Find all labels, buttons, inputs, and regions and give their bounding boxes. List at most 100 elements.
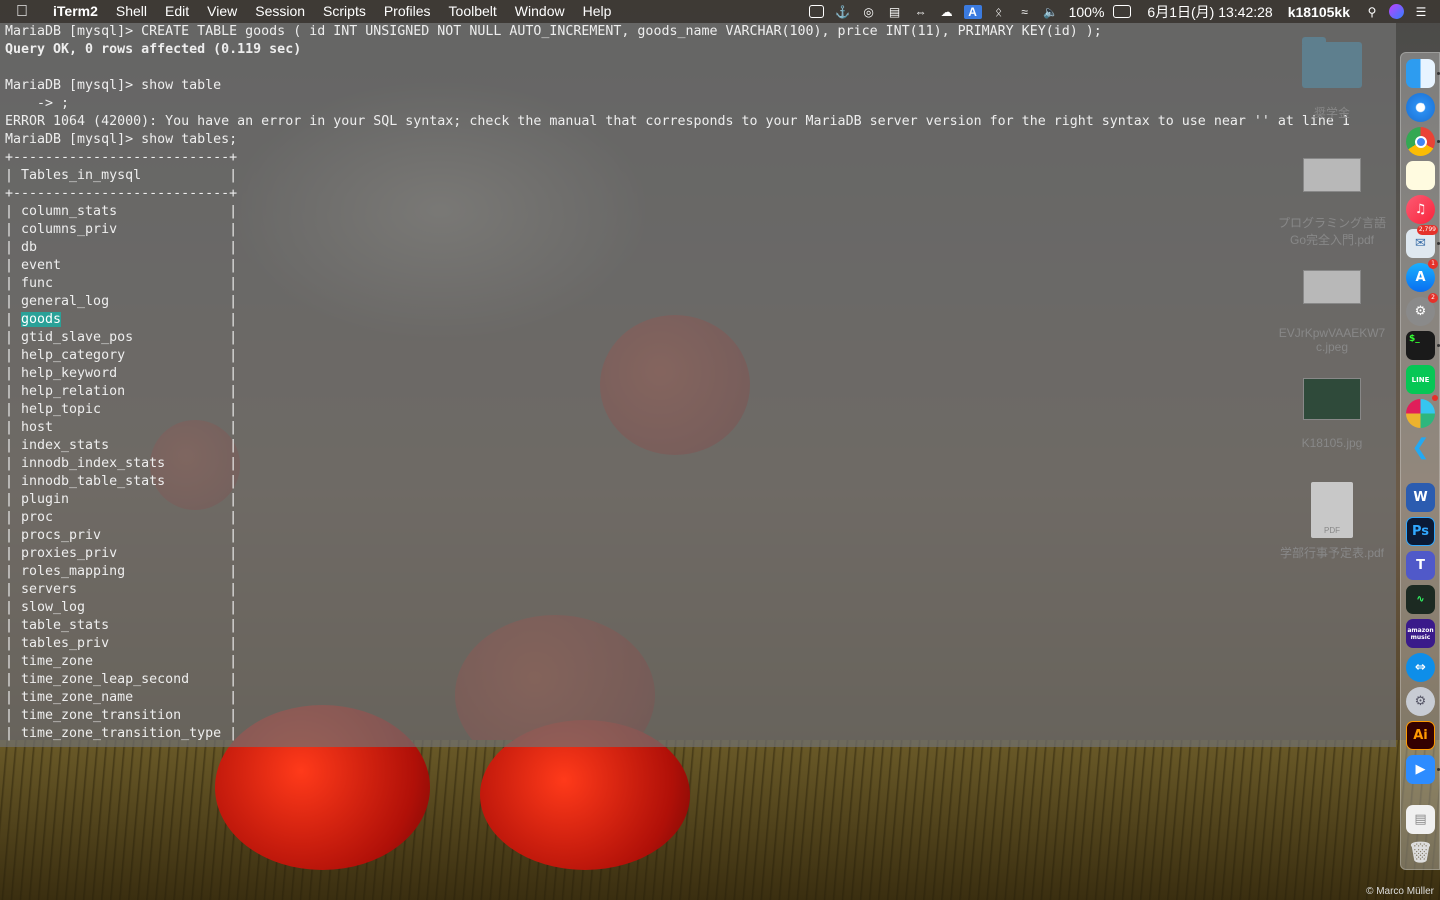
terminal-line: | column_stats | [5,204,238,219]
terminal-line: | plugin | [5,492,238,507]
menu-app-name[interactable]: iTerm2 [44,0,107,23]
wifi-icon[interactable]: ≈ [1016,5,1034,19]
terminal-line: | procs_priv | [5,528,238,543]
input-method-icon[interactable]: A [963,4,982,19]
teams-icon[interactable]: T [1406,551,1435,580]
image-thumbnail [1303,270,1361,304]
terminal-line: | roles_mapping | [5,564,238,579]
zoom-status-icon[interactable] [808,5,826,19]
terminal-line: | general_log | [5,294,238,309]
desktop-file[interactable]: PDF 学部行事予定表.pdf [1267,482,1397,561]
terminal-line: ERROR 1064 (42000): You have an error in… [5,114,1350,129]
spotlight-search-icon[interactable]: ⚲ [1363,5,1381,19]
terminal-line: MariaDB [mysql]> CREATE TABLE goods ( id… [5,24,1102,39]
terminal-line: | help_keyword | [5,366,238,381]
image-thumbnail [1303,158,1361,192]
downloads-stack-icon[interactable]: ▤ [1406,805,1435,834]
notification-center-icon[interactable]: ☰ [1412,5,1430,19]
terminal-line: | event | [5,258,238,273]
battery-icon[interactable] [1113,5,1132,19]
terminal-line: -> ; [5,96,70,111]
desktop-file[interactable]: K18105.jpg [1267,378,1397,450]
slack-icon[interactable] [1406,395,1438,428]
terminal-line: | columns_priv | [5,222,238,237]
docker-icon[interactable]: ⚓ [834,5,852,19]
terminal-line: MariaDB [mysql]> show tables; [5,132,238,147]
desktop-file-label: 奨学金 [1313,106,1350,120]
terminal-line: | time_zone | [5,654,238,669]
notes-icon[interactable] [1406,161,1435,190]
circle-status-icon[interactable]: ◎ [860,5,878,19]
teamviewer-status-icon[interactable]: ⇔ [912,5,930,19]
bluetooth-icon[interactable]: ᛟ [990,5,1008,19]
activity-monitor-icon[interactable]: ∿ [1406,585,1435,614]
mail-icon[interactable]: ✉ 2,799 [1406,225,1440,258]
menu-window[interactable]: Window [506,0,574,23]
vscode-icon[interactable]: ❮ [1406,433,1435,462]
terminal-line: | host | [5,420,238,435]
music-icon[interactable]: ♫ [1406,195,1435,224]
terminal-line: | innodb_table_stats | [5,474,238,489]
menubar-user[interactable]: k18105kk [1288,4,1350,20]
terminal-window[interactable]: MariaDB [mysql]> CREATE TABLE goods ( id… [0,23,1396,747]
terminal-line: | time_zone_transition | [5,708,238,723]
apple-menu-icon[interactable]:  [0,3,44,21]
line-icon[interactable]: LINE [1406,365,1435,394]
terminal-line: | gtid_slave_pos | [5,330,238,345]
terminal-line: | help_relation | [5,384,238,399]
disk-utility-icon[interactable]: ⚙ [1406,687,1435,716]
safari-icon[interactable]: ➚ [1406,93,1435,122]
menubar-clock[interactable]: 6月1日(月) 13:42:28 [1147,2,1272,22]
desktop-file[interactable]: EVJrKpwVAAEKW7 c.jpeg [1267,270,1397,354]
volume-icon[interactable]: 🔈 [1042,5,1060,19]
teamviewer-icon[interactable]: ⇔ [1406,653,1435,682]
trash-icon[interactable]: 🗑 [1406,837,1435,866]
terminal-line: | proxies_priv | [5,546,238,561]
menu-scripts[interactable]: Scripts [314,0,375,23]
wallpaper-credit: © Marco Müller [1366,886,1434,897]
desktop-folder[interactable]: 奨学金 [1267,37,1397,121]
desktop-file-label: 学部行事予定表.pdf [1279,546,1385,560]
menu-edit[interactable]: Edit [156,0,198,23]
app-store-icon[interactable]: A1 [1406,259,1438,292]
menu-view[interactable]: View [198,0,246,23]
terminal-line: | time_zone_transition_type | [5,726,238,741]
highlighted-selection: goods [21,312,62,327]
terminal-line: | help_topic | [5,402,238,417]
terminal-line: | Tables_in_mysql | [5,168,238,183]
photoshop-icon[interactable]: Ps [1406,517,1435,546]
menu-profiles[interactable]: Profiles [375,0,440,23]
menu-shell[interactable]: Shell [107,0,156,23]
chrome-icon[interactable] [1406,127,1440,156]
terminal-line: | func | [5,276,238,291]
menu-session[interactable]: Session [246,0,314,23]
battery-percent[interactable]: 100% [1069,4,1105,20]
desktop-file[interactable]: プログラミング言語 Go完全入門.pdf [1267,158,1397,248]
menu-help[interactable]: Help [574,0,621,23]
clipboard-icon[interactable]: ▤ [886,5,904,19]
menu-bar:  iTerm2 Shell Edit View Session Scripts… [0,0,1440,23]
menu-toolbelt[interactable]: Toolbelt [440,0,506,23]
desktop-file-label: Go完全入門.pdf [1289,233,1375,247]
image-thumbnail [1303,378,1361,420]
siri-icon[interactable] [1389,4,1404,19]
terminal-line: +---------------------------+ [5,150,238,165]
terminal-line: | proc | [5,510,238,525]
word-icon[interactable]: W [1406,483,1435,512]
terminal-line: | time_zone_name | [5,690,238,705]
desktop-file-label: EVJrKpwVAAEKW7 [1278,326,1386,340]
cloud-sync-icon[interactable]: ☁ [938,5,956,19]
amazon-music-icon[interactable]: amazon music [1406,619,1435,648]
illustrator-icon[interactable]: Ai [1406,721,1435,750]
terminal-line: Query OK, 0 rows affected (0.119 sec) [5,42,302,57]
finder-icon[interactable] [1406,59,1440,88]
terminal-line: | table_stats | [5,618,238,633]
iterm-icon[interactable]: $_ [1406,331,1440,360]
terminal-line: | index_stats | [5,438,238,453]
system-preferences-icon[interactable]: ⚙ 2 [1406,293,1438,326]
terminal-line: | db | [5,240,238,255]
terminal-line: | time_zone_leap_second | [5,672,238,687]
dock: ➚ ♫ ✉ 2,799 A1 ⚙ 2 $_ LINE ❮ W Ps T ∿ amaz… [1400,52,1440,870]
zoom-icon[interactable]: ▶ [1406,755,1440,784]
terminal-line: MariaDB [mysql]> show table [5,78,222,93]
